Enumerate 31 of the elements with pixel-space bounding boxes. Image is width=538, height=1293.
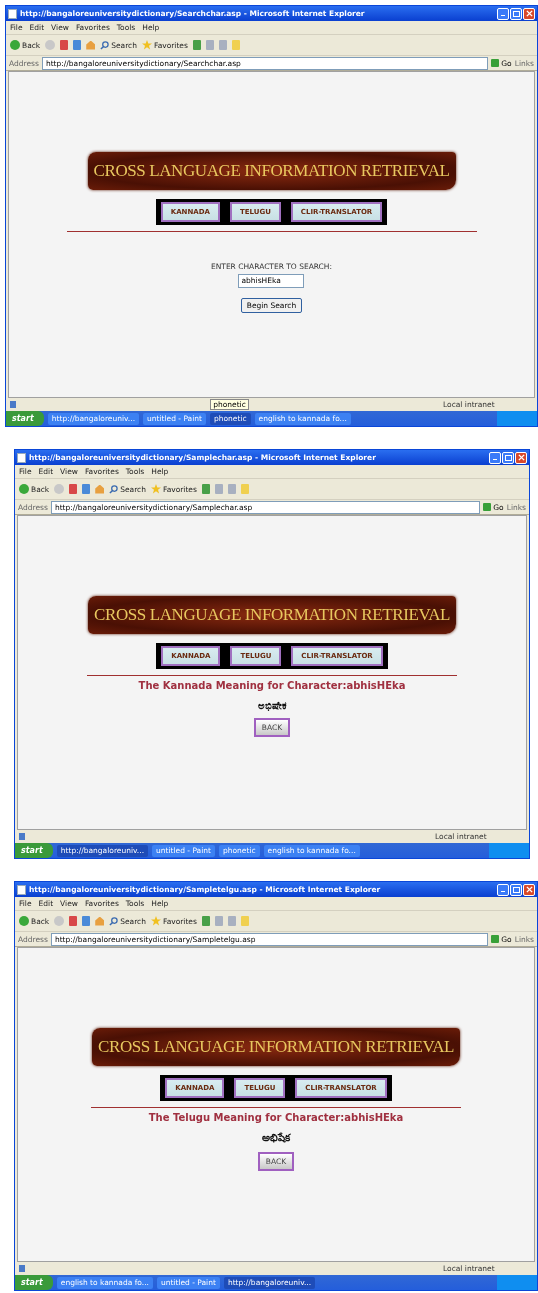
search-icon (109, 916, 119, 926)
banner: CROSS LANGUAGE INFORMATION RETRIEVAL (87, 152, 456, 190)
system-tray (489, 843, 529, 858)
search-icon (109, 484, 119, 494)
home-icon[interactable] (86, 40, 96, 50)
home-icon[interactable] (95, 484, 105, 494)
star-icon (151, 484, 161, 494)
start-button[interactable]: start (15, 843, 53, 858)
home-icon[interactable] (95, 916, 105, 926)
search-icon (100, 40, 110, 50)
system-tray (497, 1275, 537, 1290)
close-icon[interactable] (523, 7, 535, 20)
meaning-text: ಅಭಿಷೇಕ (257, 700, 287, 712)
close-icon[interactable] (523, 883, 535, 896)
star-icon (142, 40, 152, 50)
star-icon (151, 916, 161, 926)
banner: CROSS LANGUAGE INFORMATION RETRIEVAL (88, 596, 456, 634)
result-heading: The Kannada Meaning for Character:abhisHEka (138, 680, 406, 691)
minimize-icon[interactable] (497, 7, 509, 20)
minimize-icon[interactable] (489, 451, 501, 464)
start-button[interactable]: start (15, 1275, 53, 1290)
system-tray (497, 411, 537, 426)
close-icon[interactable] (515, 451, 527, 464)
start-button[interactable]: start (6, 411, 44, 426)
minimize-icon[interactable] (497, 883, 509, 896)
maximize-icon[interactable] (510, 883, 522, 896)
meaning-text: అభిషేక (262, 1132, 290, 1145)
result-heading: The Telugu Meaning for Character:abhisHEka (148, 1112, 404, 1123)
banner: CROSS LANGUAGE INFORMATION RETRIEVAL (92, 1028, 460, 1066)
maximize-icon[interactable] (510, 7, 522, 20)
maximize-icon[interactable] (502, 451, 514, 464)
